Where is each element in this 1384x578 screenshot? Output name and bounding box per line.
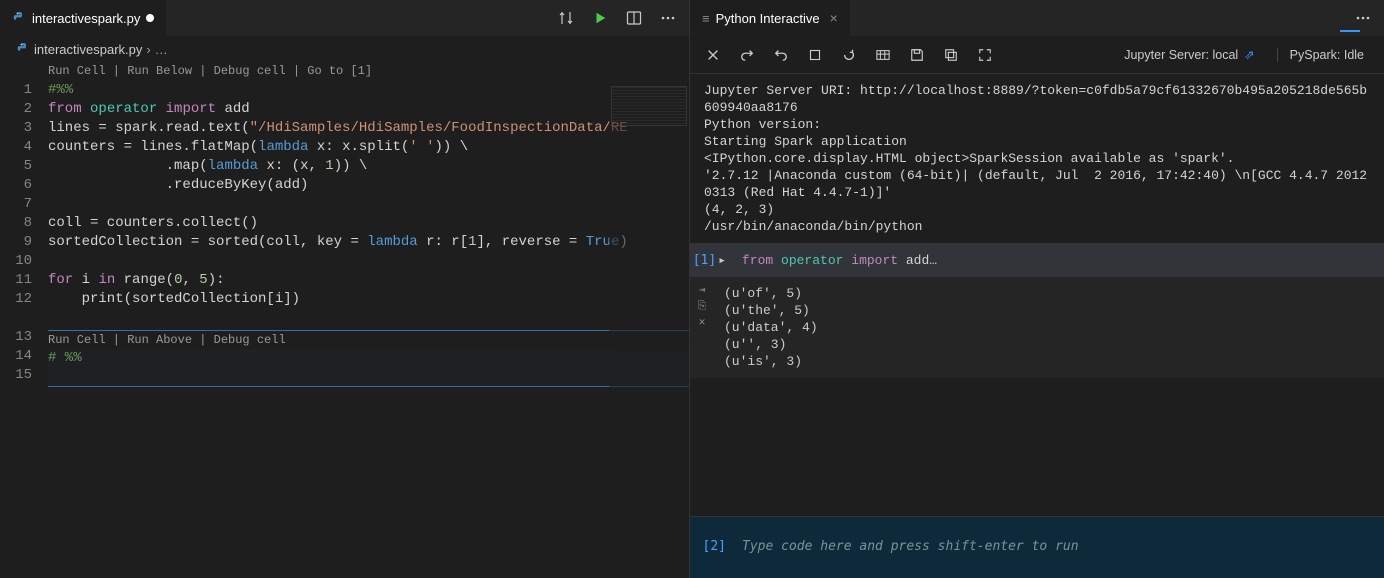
startup-output: Jupyter Server URI: http://localhost:888… xyxy=(690,74,1384,243)
codelens-cell1[interactable]: Run Cell | Run Below | Debug cell | Go t… xyxy=(48,62,689,81)
editor-pane: interactivespark.py interactivespark.py … xyxy=(0,0,690,578)
pyspark-status[interactable]: PySpark: Idle xyxy=(1277,48,1370,62)
python-icon xyxy=(16,42,30,56)
cell-output-text: (u'of', 5) (u'the', 5) (u'data', 4) (u''… xyxy=(714,277,1384,378)
dirty-indicator-icon xyxy=(146,14,154,22)
server-link-icon: ⇗ xyxy=(1244,47,1254,62)
jupyter-server-status[interactable]: Jupyter Server: local ⇗ xyxy=(1124,47,1254,62)
more-actions-icon[interactable] xyxy=(659,9,677,27)
codelens-cell2[interactable]: Run Cell | Run Above | Debug cell xyxy=(48,330,689,349)
editor-tab-actions xyxy=(557,0,689,36)
interactive-tab-bar: ≡ Python Interactive × xyxy=(690,0,1384,36)
goto-icon: ⇥ xyxy=(692,283,712,299)
breadcrumb[interactable]: interactivespark.py › … xyxy=(0,36,689,62)
interactive-pane: ≡ Python Interactive × Jupyter Server: l… xyxy=(690,0,1384,578)
interactive-tab-title: Python Interactive xyxy=(716,11,820,26)
editor-body[interactable]: 1 2 3 4 5 6 7 8 9 10 11 12 13 14 15 Run … xyxy=(0,62,689,578)
status-underline xyxy=(1340,30,1360,32)
close-icon[interactable]: × xyxy=(830,10,838,26)
more-actions-icon[interactable] xyxy=(1354,9,1372,27)
interactive-tab[interactable]: ≡ Python Interactive × xyxy=(690,0,850,36)
chevron-right-icon: › xyxy=(146,42,150,57)
stop-icon[interactable] xyxy=(806,46,824,64)
compare-icon[interactable] xyxy=(557,9,575,27)
restart-icon[interactable] xyxy=(840,46,858,64)
run-icon[interactable] xyxy=(591,9,609,27)
interactive-toolbar: Jupyter Server: local ⇗ PySpark: Idle xyxy=(690,36,1384,74)
interactive-input[interactable]: [2] Type code here and press shift-enter… xyxy=(690,516,1384,578)
split-editor-icon[interactable] xyxy=(625,9,643,27)
export-icon[interactable] xyxy=(942,46,960,64)
input-prompt: [2] xyxy=(690,517,732,578)
delete-icon: ✕ xyxy=(692,315,712,331)
cell-1-output: ⇥ ⎘ ✕ (u'of', 5) (u'the', 5) (u'data', 4… xyxy=(690,277,1384,378)
editor-tab-bar: interactivespark.py xyxy=(0,0,689,36)
line-number-gutter: 1 2 3 4 5 6 7 8 9 10 11 12 13 14 15 xyxy=(0,62,48,578)
cell-1[interactable]: [1]▸ from operator import add… xyxy=(690,243,1384,277)
copy-icon: ⎘ xyxy=(692,299,712,315)
cell-code: from operator import add… xyxy=(732,244,1384,277)
undo-icon[interactable] xyxy=(772,46,790,64)
expand-icon[interactable] xyxy=(976,46,994,64)
code-area[interactable]: Run Cell | Run Below | Debug cell | Go t… xyxy=(48,62,689,578)
interactive-output-body[interactable]: Jupyter Server URI: http://localhost:888… xyxy=(690,74,1384,516)
input-placeholder[interactable]: Type code here and press shift-enter to … xyxy=(732,517,1384,578)
close-icon[interactable] xyxy=(704,46,722,64)
breadcrumb-more: … xyxy=(155,42,168,57)
python-icon xyxy=(12,11,26,25)
save-icon[interactable] xyxy=(908,46,926,64)
cell-action-icons[interactable]: ⇥ ⎘ ✕ xyxy=(690,277,714,378)
variables-icon[interactable] xyxy=(874,46,892,64)
minimap-thumb xyxy=(611,86,687,126)
tab-title: interactivespark.py xyxy=(32,11,140,26)
redo-icon[interactable] xyxy=(738,46,756,64)
cell-prompt: [1]▸ xyxy=(690,244,732,277)
editor-tab[interactable]: interactivespark.py xyxy=(0,0,166,36)
minimap[interactable] xyxy=(609,62,689,578)
jupyter-icon: ≡ xyxy=(702,11,710,26)
breadcrumb-file: interactivespark.py xyxy=(34,42,142,57)
